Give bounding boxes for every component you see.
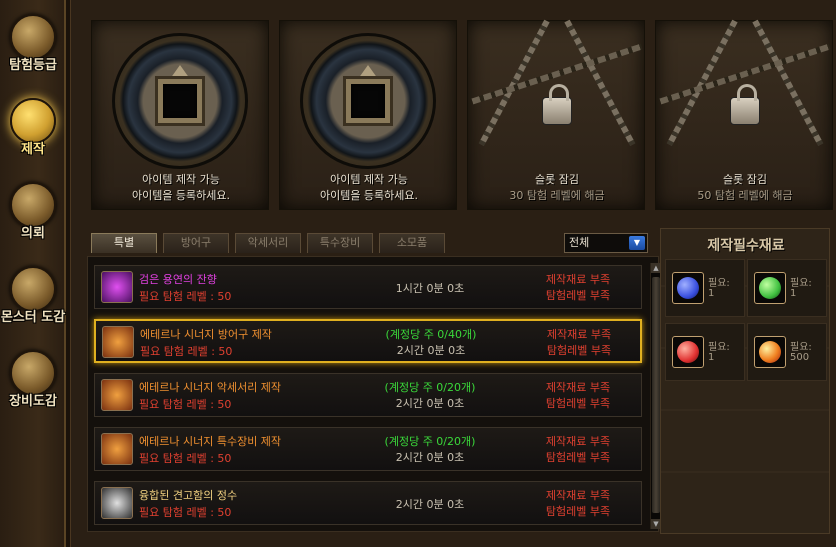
nav-equipment-book[interactable]: 장비도감 bbox=[0, 342, 66, 424]
material-count: 500 bbox=[790, 352, 810, 363]
slot-socket bbox=[346, 79, 390, 123]
red-gem-icon bbox=[672, 336, 704, 368]
recipe-time: 2시간 0분 0초 bbox=[396, 344, 466, 357]
nav-label: 탐험등급 bbox=[9, 58, 57, 73]
material-count: 1 bbox=[790, 288, 797, 299]
slot-text-2: 50 탐험 레벨에 해금 bbox=[697, 189, 793, 202]
slot-text-1: 슬롯 잠김 bbox=[535, 173, 579, 186]
recipe-limit: (계정당 주 0/20개) bbox=[384, 435, 476, 448]
nav-exploration-rank[interactable]: 탐험등급 bbox=[0, 6, 66, 88]
craft-slot-4-locked: 슬롯 잠김 50 탐험 레벨에 해금 bbox=[655, 19, 833, 210]
warning-materials: 제작재료 부족 bbox=[545, 435, 611, 448]
recipe-required-level: 필요 탐험 레벨 : 50 bbox=[139, 290, 232, 303]
materials-title: 제작필수재료 bbox=[707, 238, 785, 254]
recipe-time: 2시간 0분 0초 bbox=[395, 498, 465, 511]
recipe-item-icon bbox=[101, 433, 133, 465]
recipe-name: 에테르나 시너지 방어구 제작 bbox=[140, 328, 272, 341]
recipe-limit: (계정당 주 0/20개) bbox=[384, 381, 476, 394]
warning-materials: 제작재료 부족 bbox=[545, 489, 611, 502]
slot-text-1: 슬롯 잠김 bbox=[723, 173, 767, 186]
green-gem-icon bbox=[754, 272, 786, 304]
recipe-name: 검은 용연의 잔향 bbox=[139, 273, 217, 286]
warning-level: 탐험레벨 부족 bbox=[545, 451, 611, 464]
recipe-row[interactable]: 검은 용연의 잔향 필요 탐험 레벨 : 50 1시간 0분 0초 제작재료 부… bbox=[94, 265, 642, 309]
blue-gem-icon bbox=[672, 272, 704, 304]
recipe-item-icon bbox=[101, 379, 133, 411]
material-slot[interactable]: 필요: 1 bbox=[665, 259, 745, 317]
chain-icon bbox=[564, 19, 636, 147]
padlock-icon bbox=[542, 84, 572, 125]
side-nav: 탐험등급 제작 의뢰 몬스터 도감 장비도감 bbox=[0, 0, 66, 547]
warning-materials: 제작재료 부족 bbox=[546, 328, 612, 341]
craft-slot-2[interactable]: 아이템 제작 가능 아이템을 등록하세요. bbox=[279, 20, 457, 210]
warning-level: 탐험레벨 부족 bbox=[545, 397, 611, 410]
warning-materials: 제작재료 부족 bbox=[545, 381, 611, 394]
tab-consumable[interactable]: 소모품 bbox=[379, 233, 445, 253]
recipe-name: 융합된 견고함의 정수 bbox=[139, 489, 238, 502]
filter-dropdown[interactable]: 전체 ▼ bbox=[564, 233, 648, 253]
slot-text-2: 아이템을 등록하세요. bbox=[131, 189, 231, 202]
chain-icon bbox=[752, 19, 824, 147]
padlock-icon bbox=[730, 84, 760, 125]
recipe-row[interactable]: 에테르나 시너지 악세서리 제작 필요 탐험 레벨 : 50 (계정당 주 0/… bbox=[94, 373, 642, 417]
crafting-panel: 아이템 제작 가능 아이템을 등록하세요. 아이템 제작 가능 아이템을 등록하… bbox=[70, 0, 836, 547]
material-label: 필요: bbox=[790, 278, 812, 289]
slot-socket bbox=[158, 79, 202, 123]
warning-materials: 제작재료 부족 bbox=[545, 273, 611, 286]
nav-monster-book[interactable]: 몬스터 도감 bbox=[0, 258, 66, 340]
material-slot[interactable]: 필요: 1 bbox=[747, 259, 827, 317]
slot-marker-icon bbox=[170, 65, 190, 79]
material-slot[interactable]: 필요: 500 bbox=[747, 323, 827, 381]
material-label: 필요: bbox=[708, 278, 730, 289]
nav-label: 장비도감 bbox=[9, 394, 57, 409]
recipe-limit: (계정당 주 0/40개) bbox=[385, 328, 477, 341]
warning-level: 탐험레벨 부족 bbox=[545, 505, 611, 518]
recipe-row-selected[interactable]: 에테르나 시너지 방어구 제작 필요 탐험 레벨 : 50 (계정당 주 0/4… bbox=[94, 319, 642, 363]
nav-label: 몬스터 도감 bbox=[0, 310, 66, 325]
recipe-list: 검은 용연의 잔향 필요 탐험 레벨 : 50 1시간 0분 0초 제작재료 부… bbox=[87, 256, 661, 532]
recipe-required-level: 필요 탐험 레벨 : 50 bbox=[139, 506, 232, 519]
slot-text-2: 아이템을 등록하세요. bbox=[319, 189, 419, 202]
slot-marker-icon bbox=[358, 65, 378, 79]
recipe-time: 2시간 0분 0초 bbox=[395, 397, 465, 410]
craft-slot-3-locked: 슬롯 잠김 30 탐험 레벨에 해금 bbox=[467, 19, 645, 210]
recipe-required-level: 필요 탐험 레벨 : 50 bbox=[139, 398, 232, 411]
warning-level: 탐험레벨 부족 bbox=[545, 289, 611, 302]
nav-label: 의뢰 bbox=[21, 226, 45, 241]
tab-armor[interactable]: 방어구 bbox=[163, 233, 229, 253]
material-slot[interactable]: 필요: 1 bbox=[665, 323, 745, 381]
dropdown-arrow-icon: ▼ bbox=[629, 236, 645, 250]
required-materials-panel: 제작필수재료 필요: 1 필요: 1 필요: 1 필요: 500 bbox=[660, 228, 830, 534]
recipe-name: 에테르나 시너지 악세서리 제작 bbox=[139, 381, 282, 394]
recipe-scrollbar[interactable]: ▲ ▼ bbox=[650, 263, 661, 529]
recipe-row[interactable]: 융합된 견고함의 정수 필요 탐험 레벨 : 50 2시간 0분 0초 제작재료… bbox=[94, 481, 642, 525]
recipe-item-icon bbox=[102, 326, 134, 358]
slot-text-2: 30 탐험 레벨에 해금 bbox=[509, 189, 605, 202]
recipe-required-level: 필요 탐험 레벨 : 50 bbox=[139, 452, 232, 465]
recipe-required-level: 필요 탐험 레벨 : 50 bbox=[140, 345, 233, 358]
scroll-thumb[interactable] bbox=[652, 277, 660, 513]
tab-special-equipment[interactable]: 특수장비 bbox=[307, 233, 373, 253]
material-count: 1 bbox=[708, 352, 715, 363]
nav-requests[interactable]: 의뢰 bbox=[0, 174, 66, 256]
fire-orb-icon bbox=[754, 336, 786, 368]
filter-value: 전체 bbox=[569, 236, 590, 249]
recipe-item-icon bbox=[101, 271, 133, 303]
craft-slot-1[interactable]: 아이템 제작 가능 아이템을 등록하세요. bbox=[91, 20, 269, 210]
tab-special[interactable]: 특별 bbox=[91, 233, 157, 253]
tab-accessory[interactable]: 악세서리 bbox=[235, 233, 301, 253]
recipe-name: 에테르나 시너지 특수장비 제작 bbox=[139, 435, 282, 448]
slot-text-1: 아이템 제작 가능 bbox=[330, 173, 408, 186]
nav-crafting[interactable]: 제작 bbox=[0, 90, 66, 172]
recipe-item-icon bbox=[101, 487, 133, 519]
recipe-time: 2시간 0분 0초 bbox=[395, 451, 465, 464]
material-label: 필요: bbox=[708, 342, 730, 353]
slot-text-1: 아이템 제작 가능 bbox=[142, 173, 220, 186]
warning-level: 탐험레벨 부족 bbox=[546, 344, 612, 357]
material-count: 1 bbox=[708, 288, 715, 299]
recipe-time: 1시간 0분 0초 bbox=[395, 282, 465, 295]
material-label: 필요: bbox=[790, 342, 812, 353]
nav-label: 제작 bbox=[21, 142, 45, 157]
recipe-row[interactable]: 에테르나 시너지 특수장비 제작 필요 탐험 레벨 : 50 (계정당 주 0/… bbox=[94, 427, 642, 471]
